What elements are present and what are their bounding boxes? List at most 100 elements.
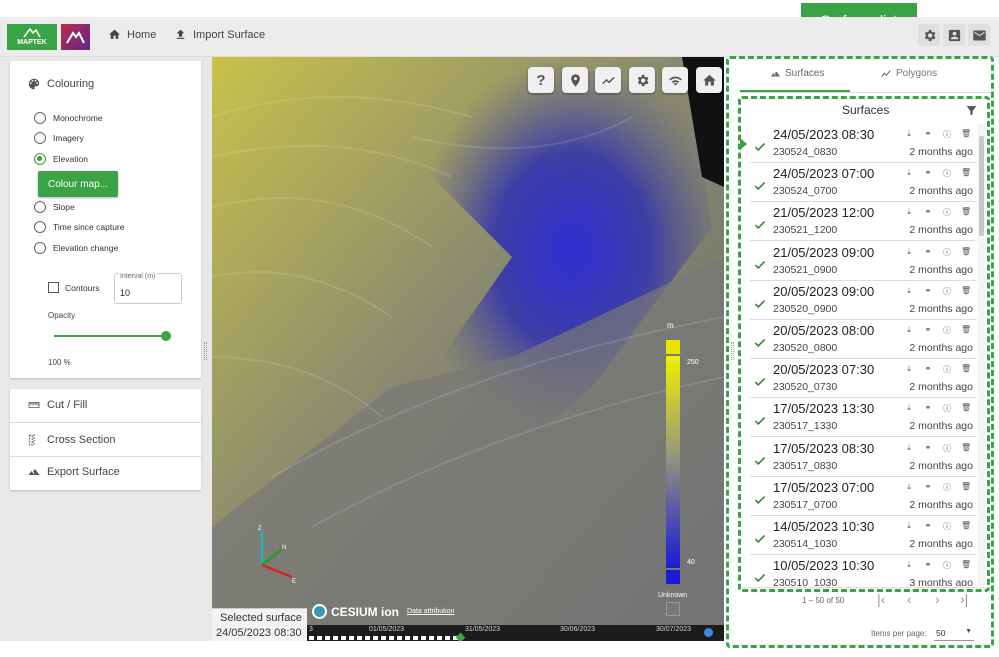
app-logo[interactable] xyxy=(61,24,90,50)
trend-line-icon xyxy=(601,76,615,84)
cross-section-item[interactable]: Cross Section xyxy=(27,433,115,447)
left-splitter[interactable] xyxy=(204,342,207,360)
home-icon xyxy=(109,29,120,39)
gear-icon xyxy=(924,29,935,41)
legend-min-swatch xyxy=(666,570,680,584)
opacity-slider-thumb[interactable] xyxy=(161,331,171,341)
timeline-label: 31/05/2023 xyxy=(465,626,501,633)
left-panel: Colouring Monochrome Imagery Elevation C… xyxy=(0,57,212,641)
radio-circle xyxy=(34,221,46,233)
contours-label: Contours xyxy=(65,282,100,293)
wifi-button[interactable] xyxy=(662,67,688,93)
upload-icon xyxy=(176,29,185,39)
cross-section-label: Cross Section xyxy=(47,434,116,446)
radio-elevation[interactable]: Elevation xyxy=(34,153,88,165)
timeline-current-marker[interactable] xyxy=(455,632,466,641)
opacity-slider[interactable] xyxy=(54,331,171,341)
cross-section-icon xyxy=(28,434,35,446)
radio-label: Time since capture xyxy=(53,222,125,232)
cesium-logo-icon xyxy=(312,604,327,619)
radio-slope[interactable]: Slope xyxy=(34,201,75,213)
legend-min-label: 40 xyxy=(687,559,695,566)
export-surface-item[interactable]: Export Surface xyxy=(27,466,120,478)
radio-circle xyxy=(34,112,46,124)
timeline[interactable]: 3 01/05/2023 31/05/2023 30/06/2023 30/07… xyxy=(307,625,724,641)
app-logo-icon xyxy=(66,31,85,44)
question-icon: ? xyxy=(536,71,546,89)
timeline-label: 01/05/2023 xyxy=(369,626,405,633)
cut-fill-item[interactable]: Cut / Fill xyxy=(27,399,87,411)
location-button[interactable] xyxy=(562,67,588,93)
legend-unknown-label: Unknown xyxy=(658,592,688,599)
legend-unknown-swatch xyxy=(666,602,680,616)
timeline-markers xyxy=(309,636,459,640)
interval-value: 10 xyxy=(120,288,131,298)
account-button[interactable] xyxy=(943,24,965,46)
map-home-button[interactable] xyxy=(696,67,722,93)
contours-checkbox[interactable]: Contours xyxy=(48,282,100,293)
cut-fill-label: Cut / Fill xyxy=(47,399,88,411)
radio-label: Slope xyxy=(53,202,75,212)
timeline-label: 30/07/2023 xyxy=(656,626,692,633)
ruler-icon xyxy=(28,402,40,408)
gear-icon xyxy=(637,74,648,86)
colouring-header[interactable]: Colouring xyxy=(27,77,94,91)
radio-label: Imagery xyxy=(53,133,84,143)
axis-label-n: N xyxy=(282,545,286,551)
colour-map-button[interactable]: Colour map... xyxy=(38,171,118,197)
settings-button[interactable] xyxy=(918,24,940,46)
checkbox-box xyxy=(48,282,59,293)
selected-surface-box: Selected surface 24/05/2023 08:30 xyxy=(212,608,307,641)
divider xyxy=(10,422,201,423)
interval-label: Interval (m) xyxy=(119,273,157,280)
radio-time-since-capture[interactable]: Time since capture xyxy=(34,221,125,233)
palette-icon xyxy=(28,78,40,90)
home-button[interactable]: Home xyxy=(108,28,156,41)
radio-label: Monochrome xyxy=(53,113,103,123)
selected-surface-value: 24/05/2023 08:30 xyxy=(216,627,302,639)
interval-input[interactable]: Interval (m) 10 xyxy=(114,273,182,304)
map-settings-button[interactable] xyxy=(629,67,655,93)
export-surface-label: Export Surface xyxy=(47,466,120,478)
data-attribution-link[interactable]: Data attribution xyxy=(407,608,454,615)
terrain-icon xyxy=(28,469,40,475)
axis-gizmo: Z N E xyxy=(258,526,296,583)
timeline-end-handle[interactable] xyxy=(704,628,713,637)
colouring-title: Colouring xyxy=(47,78,95,90)
top-bar: MAPTEK Home Import Surface xyxy=(0,17,999,57)
tools-card: Cut / Fill Cross Section Export Surface xyxy=(10,389,201,490)
selected-surface-label: Selected surface xyxy=(220,612,302,624)
legend-colour-bar xyxy=(666,356,680,568)
colouring-card: Colouring Monochrome Imagery Elevation C… xyxy=(10,61,201,378)
radio-circle xyxy=(34,201,46,213)
legend-max-swatch xyxy=(666,340,680,354)
logo-text: MAPTEK xyxy=(17,39,47,46)
profile-button[interactable] xyxy=(595,67,621,93)
opacity-value: 100 % xyxy=(48,358,71,367)
timeline-label: 3 xyxy=(309,626,313,633)
radio-label: Elevation change xyxy=(53,243,119,253)
cesium-credit[interactable]: CESIUM ion Data attribution xyxy=(312,604,454,619)
radio-imagery[interactable]: Imagery xyxy=(34,132,84,144)
mountain-logo-icon xyxy=(23,27,41,38)
divider xyxy=(10,456,201,457)
axis-label-e: E xyxy=(292,579,296,583)
radio-circle xyxy=(34,242,46,254)
home-icon xyxy=(702,74,716,85)
import-surface-button[interactable]: Import Surface xyxy=(174,28,265,41)
account-box-icon xyxy=(948,29,960,41)
radio-elevation-change[interactable]: Elevation change xyxy=(34,242,118,254)
help-button[interactable]: ? xyxy=(528,67,554,93)
radio-circle xyxy=(34,132,46,144)
mail-button[interactable] xyxy=(968,24,990,46)
map-viewport[interactable]: ? m 250 40 Unknown Z N E Selected surfac… xyxy=(212,57,724,641)
cesium-label: CESIUM ion xyxy=(331,604,399,619)
import-surface-label: Import Surface xyxy=(193,28,266,41)
radio-monochrome[interactable]: Monochrome xyxy=(34,112,103,124)
location-pin-icon xyxy=(570,73,580,87)
radio-label: Elevation xyxy=(53,154,88,164)
maptek-logo[interactable]: MAPTEK xyxy=(7,24,57,50)
radio-circle-selected xyxy=(34,153,46,165)
opacity-label: Opacity xyxy=(48,311,76,320)
mail-icon xyxy=(972,30,986,40)
